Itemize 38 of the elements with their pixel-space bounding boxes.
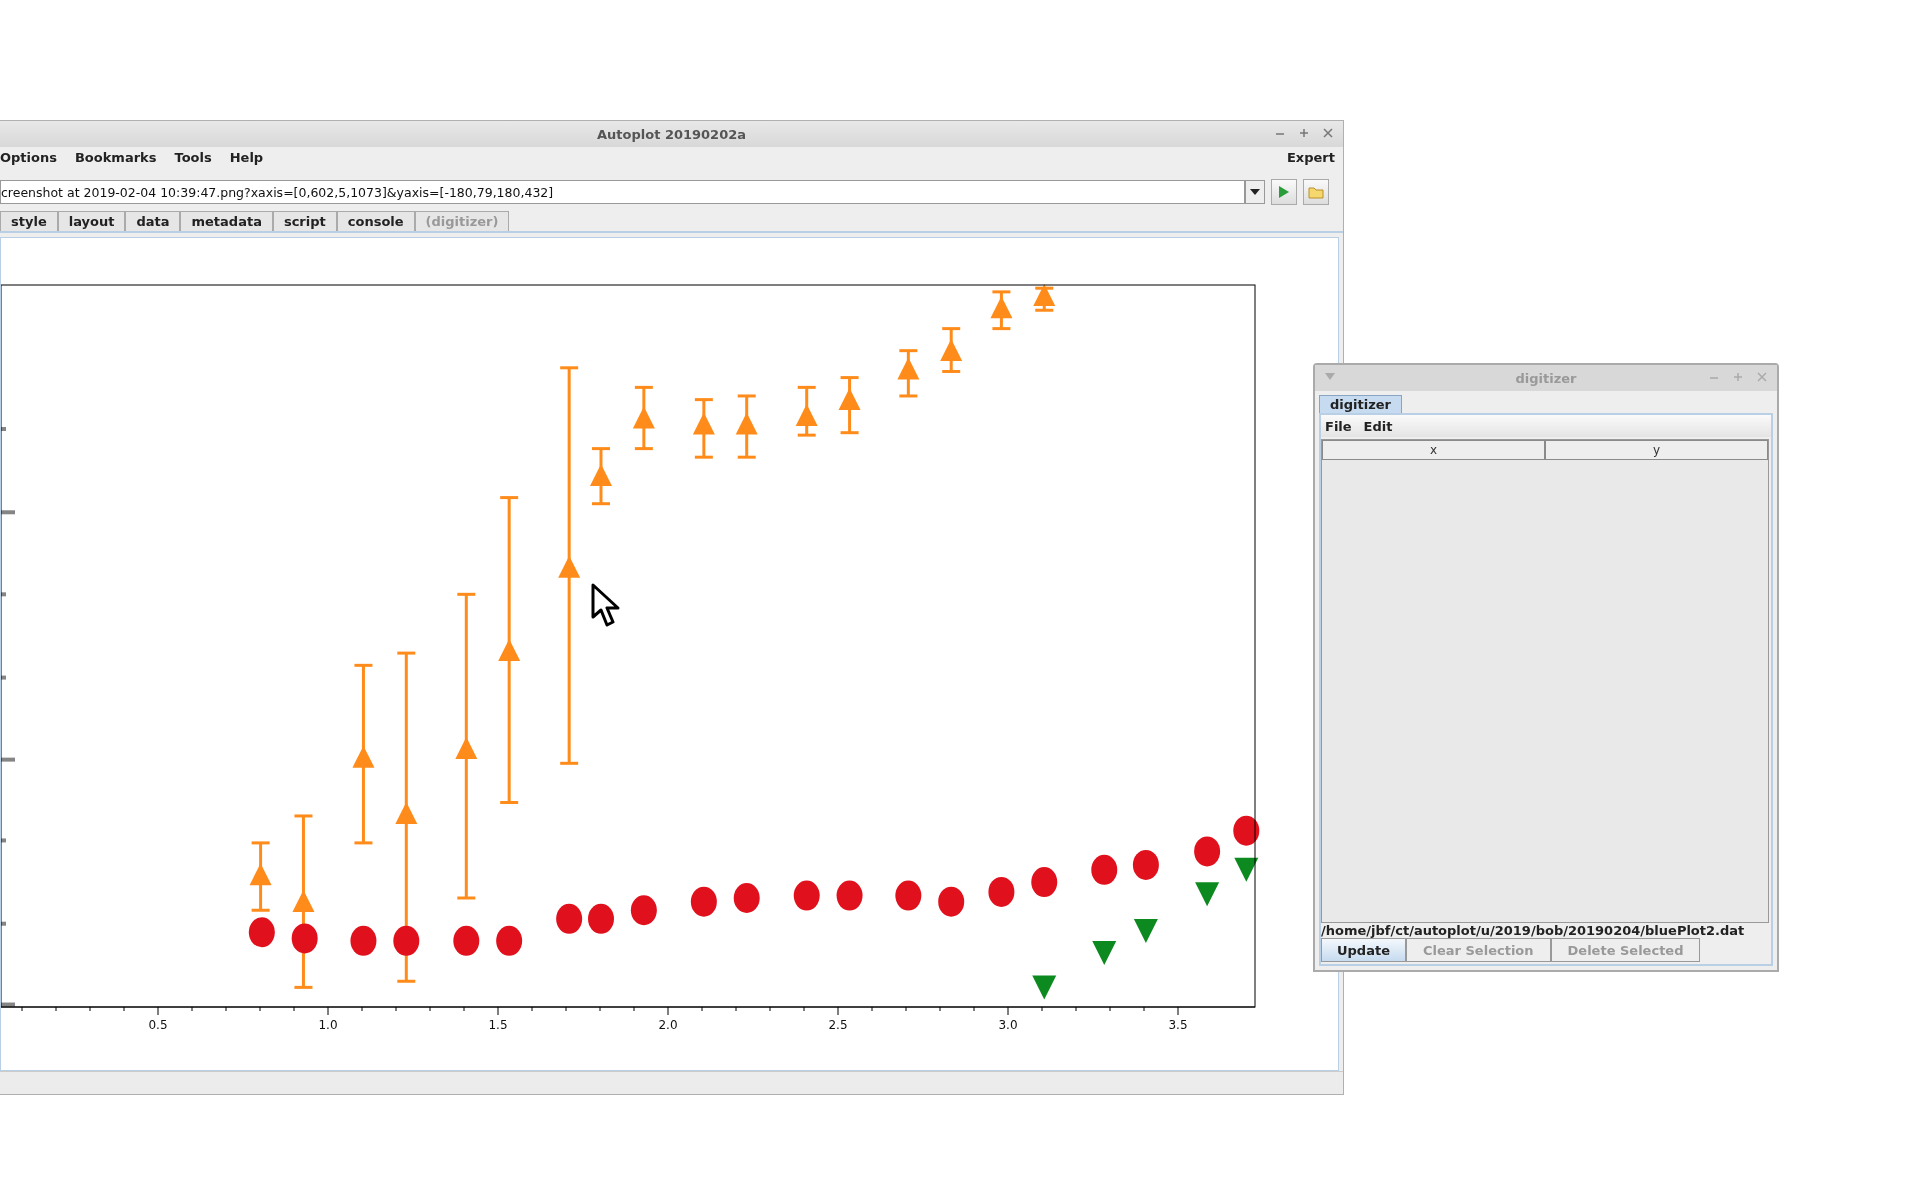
file-path: /home/jbf/ct/autoplot/u/2019/bob/20190204/bluePlot2.dat (1321, 923, 1746, 938)
maximize-icon[interactable] (1733, 372, 1743, 382)
tab[interactable]: script (272, 211, 337, 231)
uri-field[interactable]: creenshot at 2019-02-04 10:39:47.png?xaxis=[0,602,5,1073]&yaxis=[-180,79,180,432] (0, 180, 1245, 204)
x-tick-label: 2.0 (658, 1018, 678, 1032)
x-tick-label: 2.5 (828, 1018, 848, 1032)
close-icon[interactable] (1323, 128, 1333, 138)
tab[interactable]: layout (57, 211, 126, 231)
tab[interactable]: console (336, 211, 415, 231)
x-tick-label: 3.5 (1168, 1018, 1188, 1032)
play-button[interactable] (1271, 179, 1297, 205)
window-title: digitizer (1515, 370, 1577, 386)
tab[interactable]: data (125, 211, 181, 231)
x-tick-label: 1.0 (318, 1018, 338, 1032)
expert-menu[interactable]: Expert (1287, 149, 1335, 165)
tab[interactable]: digitizer (1319, 395, 1402, 413)
action-button[interactable]: Update (1321, 938, 1406, 962)
x-tick-label: 1.5 (488, 1018, 508, 1032)
column-header[interactable]: y (1545, 440, 1768, 460)
play-icon (1278, 185, 1290, 199)
menu-item[interactable]: Edit (1363, 418, 1393, 434)
folder-icon (1308, 185, 1324, 199)
menu-item[interactable]: File (1325, 418, 1352, 434)
close-icon[interactable] (1757, 372, 1767, 382)
menu-item[interactable]: Help (229, 149, 264, 165)
x-tick-label: 3.0 (998, 1018, 1018, 1032)
menu-item[interactable]: Bookmarks (74, 149, 157, 165)
folder-button[interactable] (1303, 179, 1329, 205)
menu-item[interactable]: Options (0, 149, 57, 165)
tab[interactable]: style (0, 211, 58, 231)
column-header[interactable]: x (1322, 440, 1545, 460)
tab[interactable]: metadata (180, 211, 273, 231)
caret-icon (1250, 189, 1260, 195)
window-title: Autoplot 20190202a (597, 126, 746, 142)
x-tick-label: 0.5 (148, 1018, 168, 1032)
maximize-icon[interactable] (1299, 128, 1309, 138)
menu-item[interactable]: Tools (174, 149, 212, 165)
dropdown-button[interactable] (1245, 180, 1265, 204)
